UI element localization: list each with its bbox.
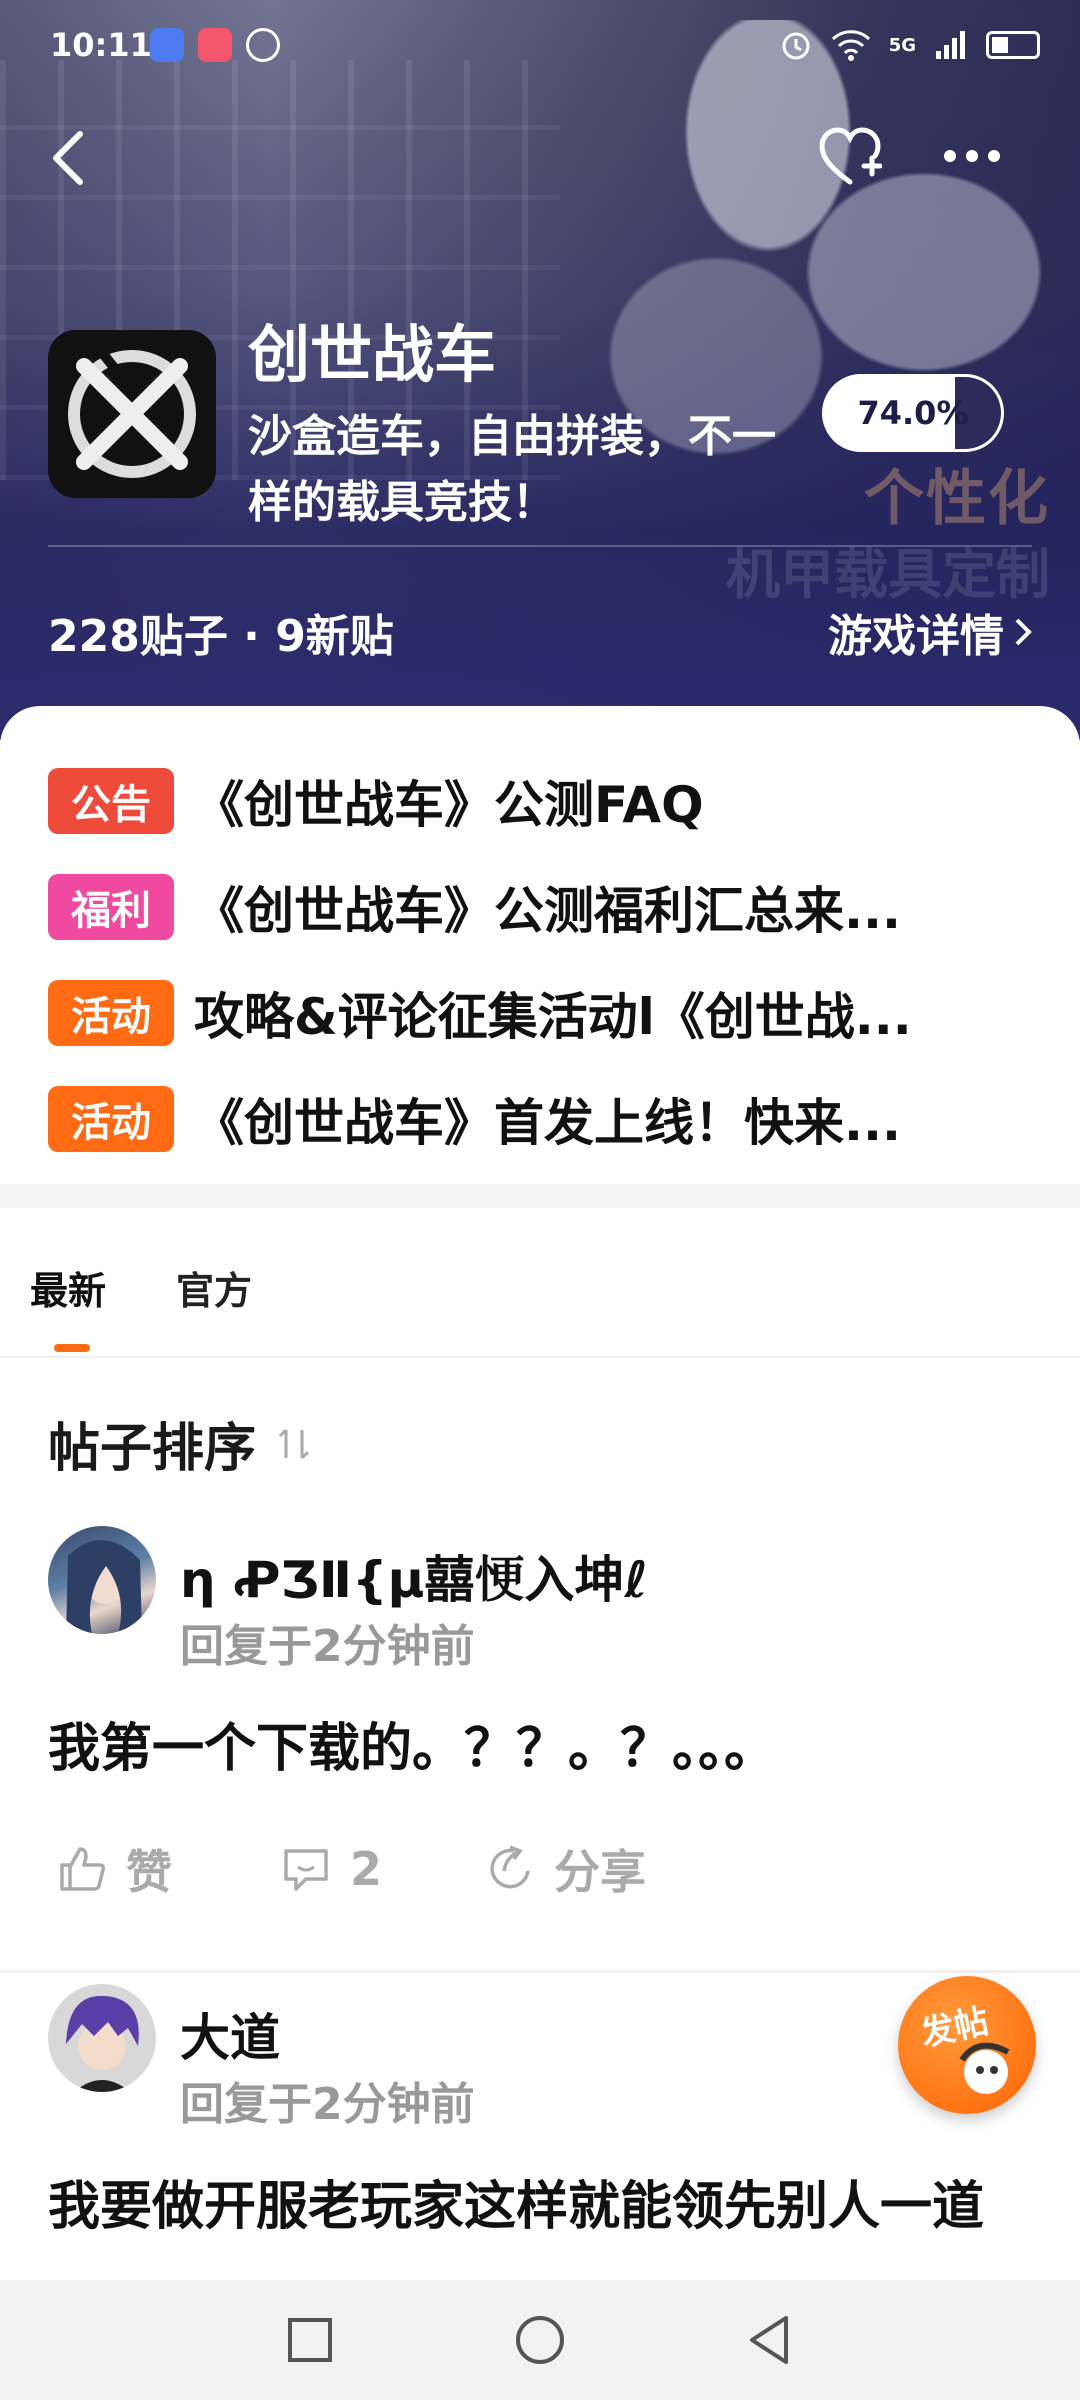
comment-count: 2: [350, 1842, 383, 1896]
post-time: 回复于2分钟前: [180, 2079, 475, 2130]
avatar[interactable]: [48, 1526, 156, 1634]
status-indicators: 5G: [779, 28, 1040, 62]
back-button[interactable]: [48, 128, 88, 188]
post-author[interactable]: η ꝒƷⅡ{µ囍𢙾入坤ℓ: [180, 1540, 648, 1612]
comment-icon: [284, 1849, 328, 1891]
anime-avatar-icon: [66, 1995, 139, 2092]
like-button[interactable]: 赞: [56, 1834, 172, 1904]
notice-item[interactable]: 活动 《创世战车》首发上线！快来...: [48, 1066, 1038, 1172]
post-actions: 赞 2 分享: [48, 1834, 1048, 1904]
game-logo-emblem-icon: [48, 330, 216, 498]
sort-label: 帖子排序: [48, 1419, 257, 1479]
like-label: 赞: [126, 1845, 172, 1899]
active-tab-indicator: [54, 1344, 90, 1352]
banner-watermark: 个性化: [864, 464, 1050, 534]
network-type: 5G: [888, 34, 916, 56]
share-label: 分享: [554, 1845, 646, 1899]
status-bar: 10:11 5G: [0, 0, 1080, 80]
sort-icon: [278, 1428, 310, 1459]
notice-tag: 活动: [48, 980, 174, 1046]
post-body: 我要做开服老玩家这样就能领先别人一道: [48, 2177, 985, 2237]
more-options-button[interactable]: [942, 144, 1002, 168]
share-button[interactable]: 分享: [484, 1834, 646, 1904]
notice-tag: 福利: [48, 874, 174, 940]
wifi-icon: [831, 30, 870, 61]
status-time: 10:11: [50, 26, 152, 64]
battery-icon: [986, 31, 1040, 59]
game-description: 沙盒造车，自由拼装，不一样的载具竞技！: [248, 411, 776, 528]
game-details-label: 游戏详情: [828, 611, 1004, 662]
tab-official[interactable]: 官方: [176, 1260, 252, 1315]
notice-title: 《创世战车》公测福利汇总来...: [194, 882, 901, 940]
game-logo: [48, 330, 216, 498]
create-post-button[interactable]: 发帖: [898, 1976, 1036, 2114]
notification-app-icon-1: [150, 28, 184, 62]
post-stats: 228贴子 · 9新贴: [48, 611, 394, 662]
avatar[interactable]: [48, 1984, 156, 2092]
post-item[interactable]: η ꝒƷⅡ{µ囍𢙾入坤ℓ 回复于2分钟前 我第一个下载的。？？。？。。。 赞 2…: [0, 1526, 1080, 1996]
thumbs-up-icon: [60, 1847, 105, 1891]
back-nav-button[interactable]: [740, 2310, 800, 2370]
post-author[interactable]: 大道: [180, 1998, 280, 2070]
notice-item[interactable]: 福利 《创世战车》公测福利汇总来...: [48, 854, 1038, 960]
rating-badge: 74.0%: [822, 374, 1004, 452]
comment-button[interactable]: 2: [280, 1834, 382, 1904]
game-title: 创世战车: [248, 318, 497, 391]
notice-title: 《创世战车》公测FAQ: [194, 776, 704, 834]
notice-tag: 公告: [48, 768, 174, 834]
banner-divider: [48, 545, 1032, 547]
post-time: 回复于2分钟前: [180, 1621, 475, 1672]
notice-title: 《创世战车》首发上线！快来...: [194, 1094, 901, 1152]
mascot-icon: [959, 2042, 1010, 2094]
anime-avatar-icon: [66, 1539, 142, 1634]
recent-apps-button[interactable]: [280, 2310, 340, 2370]
post-divider: [0, 1970, 1080, 1973]
rating-value: 74.0%: [857, 394, 969, 432]
signal-icon: [936, 31, 965, 59]
wechat-icon: [246, 28, 280, 62]
notification-app-icon-2: [198, 28, 232, 62]
post-tabs: 最新 官方: [0, 1208, 1080, 1358]
notice-item[interactable]: 公告 《创世战车》公测FAQ: [48, 748, 1038, 854]
system-navigation-bar: [0, 2280, 1080, 2400]
alarm-icon: [782, 32, 810, 60]
home-button[interactable]: [510, 2310, 570, 2370]
banner-watermark-secondary: 机甲载具定制: [726, 543, 1050, 606]
follow-heart-button[interactable]: [818, 126, 882, 190]
notice-tag: 活动: [48, 1086, 174, 1152]
section-divider: [0, 1184, 1080, 1208]
post-sort-control[interactable]: 帖子排序: [48, 1406, 312, 1481]
chevron-right-icon: [1015, 618, 1032, 646]
post-body: 我第一个下载的。？？。？。。。: [48, 1719, 777, 1779]
notice-list: 公告 《创世战车》公测FAQ 福利 《创世战车》公测福利汇总来... 活动 攻略…: [48, 748, 1038, 1172]
game-details-link[interactable]: 游戏详情: [828, 600, 1032, 664]
forum-content: 公告 《创世战车》公测FAQ 福利 《创世战车》公测福利汇总来... 活动 攻略…: [0, 706, 1080, 2400]
notice-title: 攻略&评论征集活动l《创世战...: [194, 988, 912, 1046]
tab-latest[interactable]: 最新: [30, 1260, 106, 1315]
notice-item[interactable]: 活动 攻略&评论征集活动l《创世战...: [48, 960, 1038, 1066]
share-icon: [490, 1845, 530, 1889]
